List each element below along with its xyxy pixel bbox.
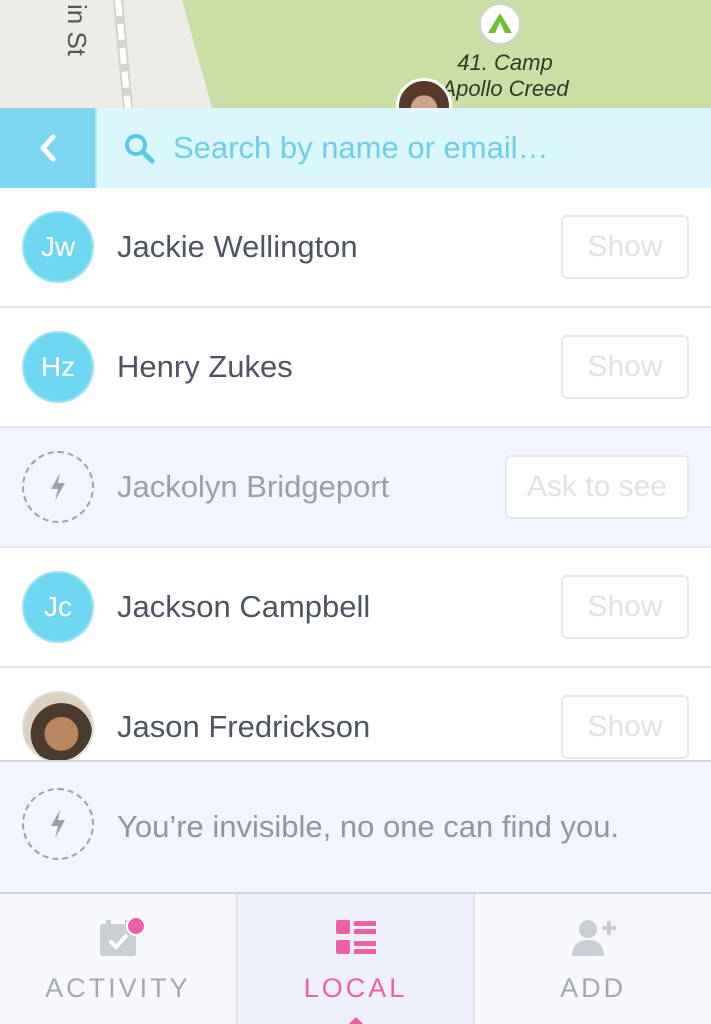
contact-row[interactable]: Jc Jackson Campbell Show xyxy=(0,548,711,668)
lightning-icon xyxy=(51,473,65,501)
tab-add[interactable]: ADD xyxy=(475,894,711,1024)
search-icon xyxy=(125,134,155,164)
avatar: Jw xyxy=(22,211,94,283)
invisible-avatar xyxy=(22,451,94,523)
show-button[interactable]: Show xyxy=(561,575,689,639)
camp-label-line2: Apollo Creed xyxy=(441,76,569,101)
search-field[interactable] xyxy=(95,108,711,188)
notification-dot xyxy=(126,916,146,936)
photo-avatar xyxy=(22,691,94,763)
contact-name: Jackson Campbell xyxy=(117,589,371,624)
tab-local[interactable]: LOCAL xyxy=(237,894,476,1024)
invisible-notice: You’re invisible, no one can find you. xyxy=(0,760,711,892)
tab-label: ADD xyxy=(560,973,627,1003)
show-button[interactable]: Show xyxy=(561,215,689,279)
invisible-avatar xyxy=(22,788,94,860)
list-icon xyxy=(332,915,380,961)
ask-to-see-button[interactable]: Ask to see xyxy=(504,455,689,519)
lightning-icon xyxy=(51,810,65,838)
avatar: Hz xyxy=(22,331,94,403)
campground-marker-icon[interactable] xyxy=(478,2,522,46)
tab-label: LOCAL xyxy=(303,973,408,1003)
chevron-left-icon xyxy=(40,134,55,162)
show-button[interactable]: Show xyxy=(561,695,689,759)
contact-row[interactable]: Hz Henry Zukes Show xyxy=(0,308,711,428)
camp-label-line1: 41. Camp xyxy=(457,50,553,75)
camp-label: 41. Camp Apollo Creed xyxy=(430,50,580,102)
notice-text: You’re invisible, no one can find you. xyxy=(117,809,620,844)
contact-name: Henry Zukes xyxy=(117,349,293,384)
contact-name: Jackie Wellington xyxy=(117,229,358,264)
tab-label: ACTIVITY xyxy=(45,973,191,1003)
active-indicator xyxy=(346,1017,365,1024)
street-label: in St xyxy=(62,4,92,57)
map-view[interactable]: in St 41. Camp Apollo Creed xyxy=(0,0,711,108)
avatar: Jc xyxy=(22,571,94,643)
show-button[interactable]: Show xyxy=(561,335,689,399)
map-background xyxy=(0,0,212,108)
tab-bar: ACTIVITY LOCAL ADD xyxy=(0,892,711,1024)
contact-name: Jackolyn Bridgeport xyxy=(117,469,390,504)
tab-activity[interactable]: ACTIVITY xyxy=(0,894,238,1024)
search-header xyxy=(0,108,711,188)
contact-row[interactable]: Jackolyn Bridgeport Ask to see xyxy=(0,428,711,548)
search-input[interactable] xyxy=(173,130,693,166)
contact-name: Jason Fredrickson xyxy=(117,709,371,744)
add-user-icon xyxy=(569,915,617,961)
back-button[interactable] xyxy=(0,108,95,188)
contact-row[interactable]: Jw Jackie Wellington Show xyxy=(0,188,711,308)
contact-list: Jw Jackie Wellington Show Hz Henry Zukes… xyxy=(0,188,711,788)
